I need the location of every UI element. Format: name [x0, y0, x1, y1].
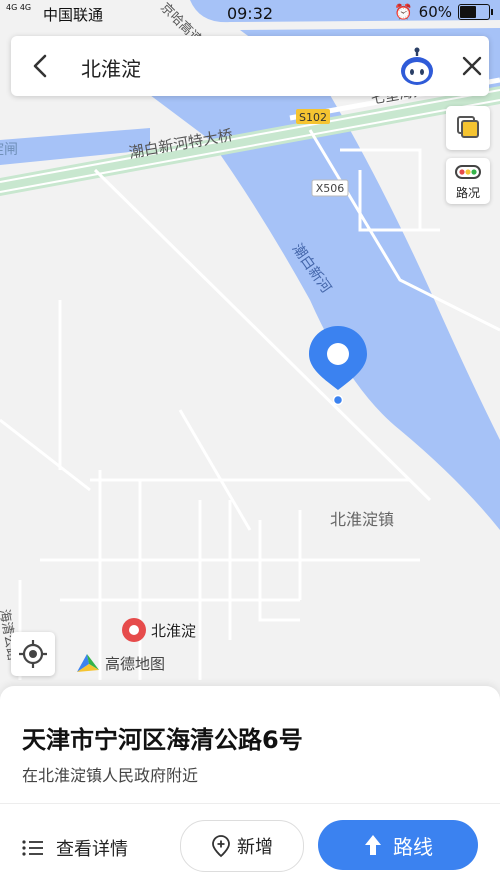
- poi-label: 北淮淀: [151, 621, 197, 640]
- route-button[interactable]: 路线: [318, 820, 478, 870]
- layers-icon: [457, 116, 479, 138]
- locate-me-button[interactable]: [11, 632, 55, 676]
- poi-dot-icon: [122, 618, 146, 642]
- voice-assistant-icon[interactable]: [397, 47, 437, 87]
- view-details-button[interactable]: 查看详情: [22, 835, 128, 861]
- amap-logo-text: 高德地图: [105, 654, 166, 673]
- traffic-button[interactable]: 路况: [446, 158, 490, 204]
- route-arrow-icon: [365, 835, 381, 855]
- gate-label: 淀闸: [0, 142, 18, 158]
- traffic-light-icon: [455, 165, 481, 179]
- battery-icon: [458, 4, 493, 20]
- amap-logo: 高德地图: [75, 652, 165, 674]
- location-pin-icon[interactable]: [306, 324, 370, 410]
- add-location-icon: [212, 835, 230, 858]
- crosshair-icon: [19, 640, 47, 668]
- result-address: 天津市宁河区海清公路6号: [22, 726, 303, 754]
- status-right: ⏰ 60%: [393, 3, 493, 21]
- battery-percent: 60%: [418, 3, 452, 21]
- status-bar: 4G 4G 中国联通 09:32 ⏰ 60%: [0, 0, 500, 28]
- search-bar[interactable]: 北淮淀: [11, 36, 489, 96]
- amap-logo-icon: [77, 654, 99, 672]
- traffic-label: 路况: [455, 186, 480, 200]
- back-arrow-icon[interactable]: [27, 52, 55, 80]
- close-icon[interactable]: [458, 52, 486, 80]
- route-label: 路线: [393, 834, 433, 859]
- result-nearby: 在北淮淀镇人民政府附近: [22, 766, 199, 785]
- add-place-label: 新增: [237, 837, 273, 858]
- list-icon: [22, 840, 43, 856]
- result-sheet: 天津市宁河区海清公路6号 在北淮淀镇人民政府附近 查看详情 新增 路线: [0, 686, 500, 888]
- layers-button[interactable]: [446, 106, 490, 150]
- town-label: 北淮淀镇: [330, 510, 394, 529]
- search-query[interactable]: 北淮淀: [81, 53, 141, 82]
- road-s102-label: S102: [299, 111, 327, 124]
- poi-marker[interactable]: 北淮淀: [121, 617, 196, 643]
- road-x506-label: X506: [316, 182, 345, 195]
- sheet-divider: [0, 803, 500, 804]
- alarm-icon: ⏰: [393, 3, 413, 21]
- add-place-button[interactable]: 新增: [180, 820, 304, 872]
- view-details-label: 查看详情: [56, 839, 128, 860]
